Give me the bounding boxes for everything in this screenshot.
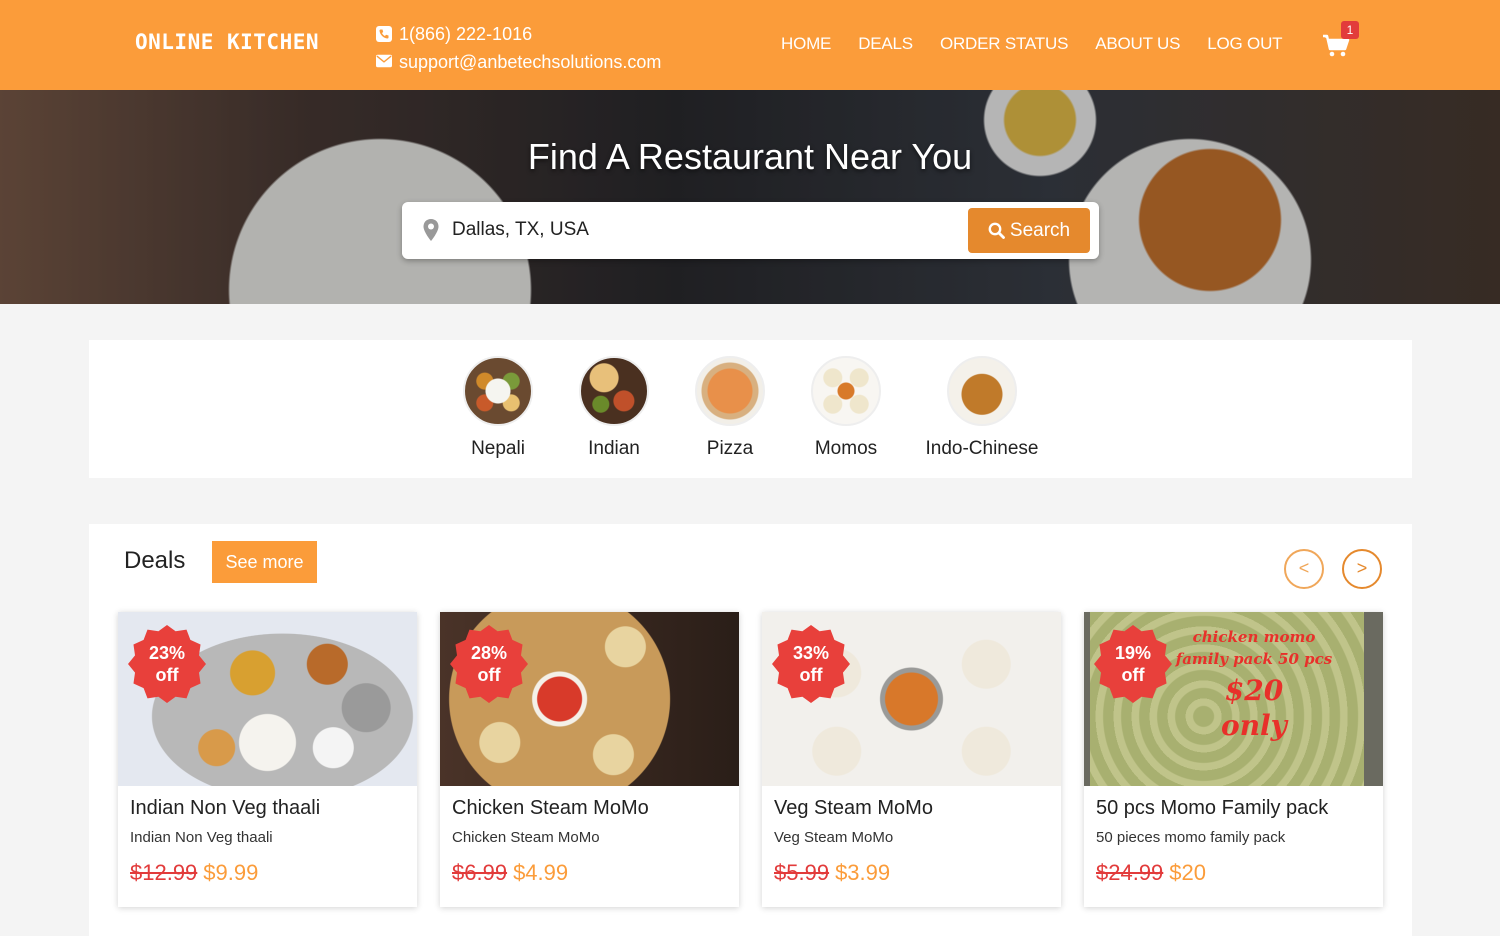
category-nepali[interactable]: Nepali	[438, 356, 558, 460]
category-indo-chinese[interactable]: Indo-Chinese	[922, 356, 1042, 460]
category-indian[interactable]: Indian	[554, 356, 674, 460]
search-button-label: Search	[1009, 219, 1071, 241]
envelope-icon	[376, 54, 392, 70]
nepali-food-image	[463, 356, 533, 426]
indian-food-image	[579, 356, 649, 426]
deal-card[interactable]: 33% off Veg Steam MoMo Veg Steam MoMo $5.…	[762, 612, 1061, 907]
discount-badge: 33% off	[772, 625, 850, 703]
deal-price: $6.99 $4.99	[452, 860, 568, 886]
category-label: Nepali	[471, 438, 525, 459]
discount-badge: 23% off	[128, 625, 206, 703]
carousel-next-button[interactable]: >	[1342, 549, 1382, 589]
category-label: Indo-Chinese	[925, 438, 1039, 459]
deal-price: $5.99 $3.99	[774, 860, 890, 886]
category-momos[interactable]: Momos	[786, 356, 906, 460]
deal-card[interactable]: 23% off Indian Non Veg thaali Indian Non …	[118, 612, 417, 907]
category-pizza[interactable]: Pizza	[670, 356, 790, 460]
phone-number[interactable]: 1(866) 222-1016	[399, 24, 532, 45]
deal-title: Chicken Steam MoMo	[452, 797, 649, 819]
pizza-image	[695, 356, 765, 426]
location-input[interactable]	[452, 212, 952, 248]
deal-subtitle: Veg Steam MoMo	[774, 829, 894, 846]
category-label: Indian	[588, 438, 640, 459]
indo-chinese-image	[947, 356, 1017, 426]
search-button[interactable]: Search	[968, 208, 1090, 253]
deal-subtitle: 50 pieces momo family pack	[1096, 829, 1286, 846]
deal-subtitle: Indian Non Veg thaali	[130, 829, 273, 846]
site-logo[interactable]: ONLINE KITCHEN	[135, 30, 319, 54]
cart-count-badge: 1	[1341, 21, 1359, 39]
contact-info: 1(866) 222-1016 support@anbetechsolution…	[376, 20, 661, 76]
sale-price: $9.99	[203, 860, 259, 885]
carousel-prev-button[interactable]: <	[1284, 549, 1324, 589]
nav-log-out[interactable]: LOG OUT	[1207, 34, 1282, 54]
deal-card[interactable]: 19% off chicken momo family pack 50 pcs $…	[1084, 612, 1383, 907]
nav-deals[interactable]: DEALS	[858, 34, 913, 54]
deal-image: 19% off chicken momo family pack 50 pcs $…	[1084, 612, 1383, 786]
momos-image	[811, 356, 881, 426]
image-caption: chicken momo family pack 50 pcs $20 only	[1175, 628, 1333, 742]
original-price: $24.99	[1096, 860, 1164, 885]
deals-section: Deals See more < > 23% off Indian Non Veg…	[89, 524, 1412, 936]
deal-price: $12.99 $9.99	[130, 860, 258, 886]
deal-subtitle: Chicken Steam MoMo	[452, 829, 600, 846]
deal-image: 33% off	[762, 612, 1061, 786]
deal-price: $24.99 $20	[1096, 860, 1206, 886]
deal-title: Indian Non Veg thaali	[130, 797, 321, 819]
sale-price: $4.99	[513, 860, 569, 885]
location-search-bar: Search	[402, 202, 1099, 259]
search-icon	[988, 222, 1005, 239]
original-price: $5.99	[774, 860, 830, 885]
hero-title: Find A Restaurant Near You	[527, 136, 973, 177]
deal-title: Veg Steam MoMo	[774, 797, 933, 819]
site-header: ONLINE KITCHEN 1(866) 222-1016 support@a…	[0, 0, 1500, 90]
category-label: Pizza	[706, 438, 754, 459]
deals-heading: Deals	[124, 547, 186, 574]
original-price: $12.99	[130, 860, 198, 885]
map-pin-icon	[422, 218, 440, 247]
nav-about-us[interactable]: ABOUT US	[1095, 34, 1180, 54]
nav-home[interactable]: HOME	[781, 34, 831, 54]
support-email[interactable]: support@anbetechsolutions.com	[399, 52, 661, 73]
sale-price: $20	[1169, 860, 1207, 885]
main-nav: HOME DEALS ORDER STATUS ABOUT US LOG OUT	[781, 34, 1309, 54]
deal-image: 28% off	[440, 612, 739, 786]
deal-image: 23% off	[118, 612, 417, 786]
hero-overlay	[0, 90, 1500, 304]
nav-order-status[interactable]: ORDER STATUS	[940, 34, 1068, 54]
see-more-button[interactable]: See more	[212, 541, 317, 583]
deal-title: 50 pcs Momo Family pack	[1096, 797, 1329, 819]
phone-icon	[376, 26, 392, 42]
deal-card[interactable]: 28% off Chicken Steam MoMo Chicken Steam …	[440, 612, 739, 907]
category-label: Momos	[814, 438, 878, 459]
hero-banner: Find A Restaurant Near You Search	[0, 90, 1500, 304]
original-price: $6.99	[452, 860, 508, 885]
cuisine-categories: Nepali Indian Pizza Momos Indo-Chinese	[89, 340, 1412, 478]
sale-price: $3.99	[835, 860, 891, 885]
discount-badge: 28% off	[450, 625, 528, 703]
